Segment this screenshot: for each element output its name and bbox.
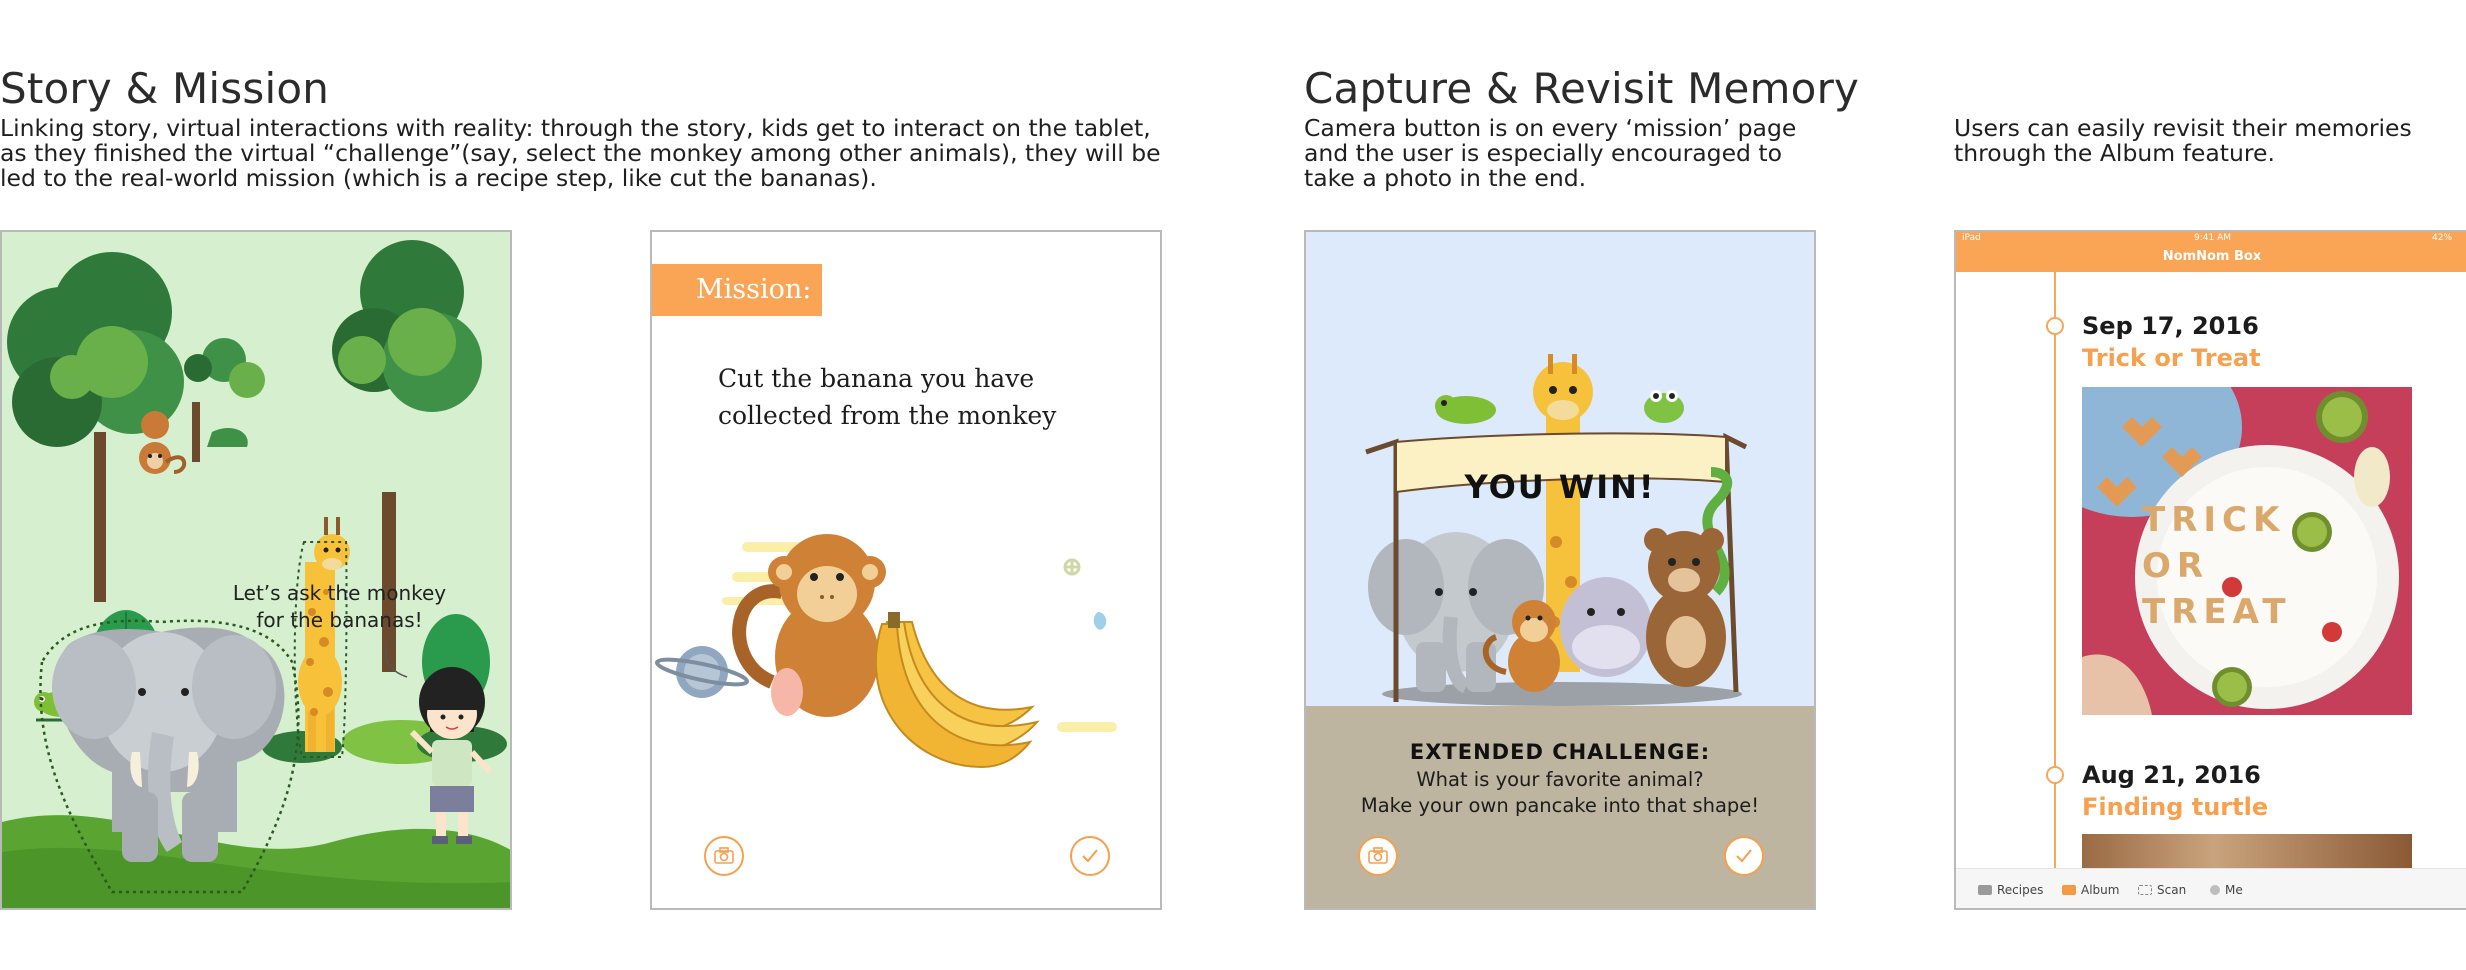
speech-line: Let’s ask the monkey: [232, 581, 447, 605]
tab-album[interactable]: Album: [2062, 883, 2119, 897]
mission-tag: Mission:: [652, 264, 822, 316]
story-mission-description: Linking story, virtual interactions with…: [0, 116, 1161, 191]
tab-scan[interactable]: Scan: [2138, 883, 2186, 897]
extended-challenge-title: EXTENDED CHALLENGE:: [1409, 740, 1711, 764]
bottom-tab-bar: Recipes Album Scan Me: [1956, 868, 2466, 908]
album-icon: [2062, 885, 2076, 895]
mission-line: Cut the banana you have: [718, 364, 1035, 393]
story-scene-panel: Let’s ask the monkey for the bananas!: [0, 230, 512, 910]
monkey-banana-illustration: [654, 534, 1117, 769]
battery-level: 42%: [2432, 233, 2453, 243]
entry-date: Sep 17, 2016: [2082, 312, 2259, 340]
photo-letters: TRICK OR TREAT: [2142, 497, 2372, 635]
entry-title-link[interactable]: Finding turtle: [2082, 793, 2268, 821]
mission-panel: Mission: Cut the banana you have collect…: [650, 230, 1162, 910]
entry-title-link[interactable]: Trick or Treat: [2082, 344, 2261, 372]
tab-label: Album: [2081, 883, 2120, 897]
photo-letter: T: [2142, 500, 2172, 540]
done-button[interactable]: [1070, 836, 1110, 876]
animals-celebration-illustration: [1365, 354, 1748, 706]
album-app-panel: iPad 9:41 AM 42% NomNom Box Sep 17, 2016…: [1954, 230, 2466, 910]
photo-letter: O: [2142, 546, 2177, 586]
desc-line: Camera button is on every ‘mission’ page: [1304, 114, 1797, 142]
photo-letter: R: [2171, 500, 2204, 540]
tab-recipes[interactable]: Recipes: [1978, 883, 2043, 897]
photo-letter: T: [2142, 592, 2172, 632]
status-time: 9:41 AM: [2194, 233, 2231, 243]
extended-challenge-line: What is your favorite animal?: [1416, 768, 1704, 791]
album-description: Users can easily revisit their memories …: [1954, 116, 2412, 166]
desc-line: as they finished the virtual “challenge”…: [0, 139, 1161, 167]
tab-me[interactable]: Me: [2210, 883, 2243, 897]
timeline-dot: [2046, 317, 2064, 335]
status-bar: iPad 9:41 AM 42%: [1956, 232, 2466, 246]
capture-memory-description: Camera button is on every ‘mission’ page…: [1304, 116, 1796, 191]
entry-date: Aug 21, 2016: [2082, 761, 2261, 789]
mission-line: collected from the monkey: [718, 401, 1057, 430]
photo-letter: R: [2171, 592, 2204, 632]
timeline-dot: [2046, 766, 2064, 784]
app-title: NomNom Box: [1956, 246, 2466, 272]
checkmark-icon: [1082, 849, 1098, 863]
photo-letter: K: [2253, 500, 2286, 540]
desc-line: through the Album feature.: [1954, 139, 2275, 167]
speech-bubble-text: Let’s ask the monkey for the bananas!: [227, 580, 452, 634]
extended-challenge-line: Make your own pancake into that shape!: [1360, 794, 1760, 817]
checkmark-icon: [1736, 849, 1752, 863]
camera-icon: [1368, 847, 1388, 864]
story-mission-heading: Story & Mission: [0, 64, 330, 113]
recipes-icon: [1978, 885, 1992, 895]
desc-line: and the user is especially encouraged to: [1304, 139, 1783, 167]
desc-line: Users can easily revisit their memories: [1954, 114, 2412, 142]
you-win-banner-text: YOU WIN!: [1464, 468, 1656, 506]
photo-letter: T: [2262, 592, 2292, 632]
desc-line: led to the real-world mission (which is …: [0, 164, 877, 192]
speech-line: for the bananas!: [256, 608, 423, 632]
photo-letter: C: [2222, 500, 2253, 540]
camera-button[interactable]: [704, 836, 744, 876]
tab-label: Recipes: [1997, 883, 2044, 897]
desc-line: take a photo in the end.: [1304, 164, 1587, 192]
tab-label: Scan: [2157, 883, 2187, 897]
photo-letter: I: [2203, 500, 2223, 540]
jungle-scene-illustration: [2, 240, 510, 908]
camera-icon: [714, 847, 734, 864]
photo-letter: E: [2203, 592, 2233, 632]
mission-instruction: Cut the banana you have collected from t…: [718, 360, 1138, 434]
you-win-panel: YOU WIN! EXTENDED CHALLENGE: What is you…: [1304, 230, 1816, 910]
photo-letter: R: [2176, 546, 2210, 586]
done-button[interactable]: [1724, 836, 1764, 876]
desc-line: Linking story, virtual interactions with…: [0, 114, 1151, 142]
photo-letter: A: [2232, 592, 2263, 632]
scan-icon: [2138, 885, 2152, 895]
memory-photo[interactable]: TRICK OR TREAT: [2082, 387, 2412, 715]
me-icon: [2210, 885, 2220, 895]
tab-label: Me: [2225, 883, 2243, 897]
device-label: iPad: [1962, 233, 1981, 243]
capture-memory-heading: Capture & Revisit Memory: [1304, 64, 1860, 113]
camera-button[interactable]: [1358, 836, 1398, 876]
timeline-line: [2054, 272, 2056, 908]
